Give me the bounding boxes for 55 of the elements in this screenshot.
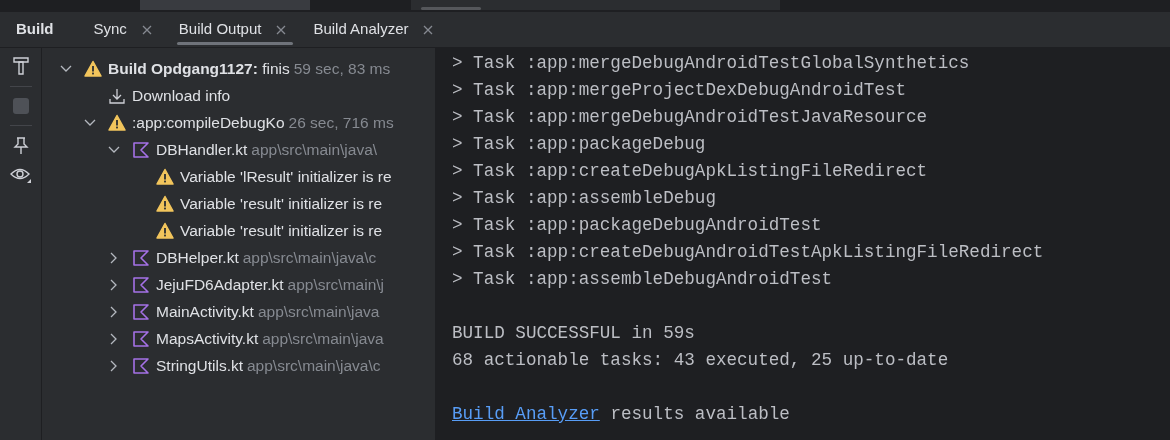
console-line: BUILD SUCCESSFUL in 59s [452, 322, 696, 345]
tree-item-label[interactable]: Build Opdgang1127: finis [108, 56, 290, 81]
console-line: > Task :app:assembleDebug [452, 187, 717, 210]
close-icon[interactable] [275, 23, 288, 36]
tree-item-detail: app\src\main\java [262, 328, 384, 349]
kotlin-file-icon [132, 329, 150, 348]
warning-icon [108, 113, 126, 132]
pin-icon[interactable] [11, 136, 30, 155]
tree-item-label[interactable]: StringUtils.kt [156, 353, 243, 378]
console-line: > Task :app:createDebugApkListingFileRedirect [452, 160, 929, 183]
tree-item-label[interactable]: Variable 'result' initializer is re [180, 218, 383, 243]
tree-item-detail: app\src\main\j [287, 274, 384, 295]
kotlin-file-icon [132, 275, 150, 294]
tree-item-label[interactable]: Variable 'result' initializer is re [180, 191, 383, 216]
kotlin-file-icon [132, 356, 150, 375]
tree-item-detail: 26 sec, 716 ms [288, 112, 394, 133]
warning-icon [156, 221, 174, 240]
tree-item-label[interactable]: MainActivity.kt [156, 299, 254, 324]
build-analyzer-link[interactable]: Build Analyzer [452, 404, 600, 424]
tree-item-detail: app\src\main\java\ [251, 139, 378, 160]
tree-item-label[interactable]: DBHelper.kt [156, 245, 239, 270]
tree-item-label[interactable]: Variable 'lResult' initializer is re [180, 164, 392, 189]
tree-item-detail: app\src\main\java\c [247, 355, 381, 376]
tree-item-label[interactable]: DBHandler.kt [156, 137, 248, 162]
tree-item-label[interactable]: MapsActivity.kt [156, 326, 259, 351]
tree-item-detail: 59 sec, 83 ms [293, 58, 391, 79]
warning-icon [156, 167, 174, 186]
console-text: results available [610, 404, 790, 424]
tab[interactable]: Build Output [174, 12, 292, 47]
console-line: > Task :app:mergeDebugAndroidTestJavaResource [452, 106, 929, 129]
tree-item-label[interactable]: :app:compileDebugKo [132, 110, 285, 135]
console-line: > Task :app:packageDebug [452, 133, 707, 156]
warning-icon [156, 194, 174, 213]
kotlin-file-icon [132, 140, 150, 159]
tree-item-label[interactable]: JejuFD6Adapter.kt [156, 272, 284, 297]
download-icon [108, 86, 126, 105]
tab[interactable]: Sync [89, 12, 157, 47]
close-icon[interactable] [422, 23, 435, 36]
console-line: 68 actionable tasks: 43 executed, 25 up-to-date [452, 349, 950, 372]
tree-item-detail: app\src\main\java\c [242, 247, 377, 268]
tool-window-title: Build [16, 19, 54, 40]
tree-item-label[interactable]: Download info [132, 83, 231, 108]
warning-icon [84, 59, 102, 78]
console-line: > Task :app:createDebugAndroidTestApkListingFileRedirect [452, 241, 1045, 264]
kotlin-file-icon [132, 248, 150, 267]
console-line: > Task :app:mergeProjectDexDebugAndroidTest [452, 79, 907, 102]
tree-item-detail: app\src\main\java [257, 301, 380, 322]
close-icon[interactable] [140, 23, 153, 36]
scrollbar[interactable] [421, 7, 481, 10]
console-line: > Task :app:mergeDebugAndroidTestGlobalSynthetics [452, 52, 971, 75]
hammer-icon[interactable] [11, 56, 30, 76]
kotlin-file-icon [132, 302, 150, 321]
console-line: > Task :app:assembleDebugAndroidTest [452, 268, 834, 291]
console-line: > Task :app:packageDebugAndroidTest [452, 214, 823, 237]
tab[interactable]: Build Analyzer [309, 12, 439, 47]
